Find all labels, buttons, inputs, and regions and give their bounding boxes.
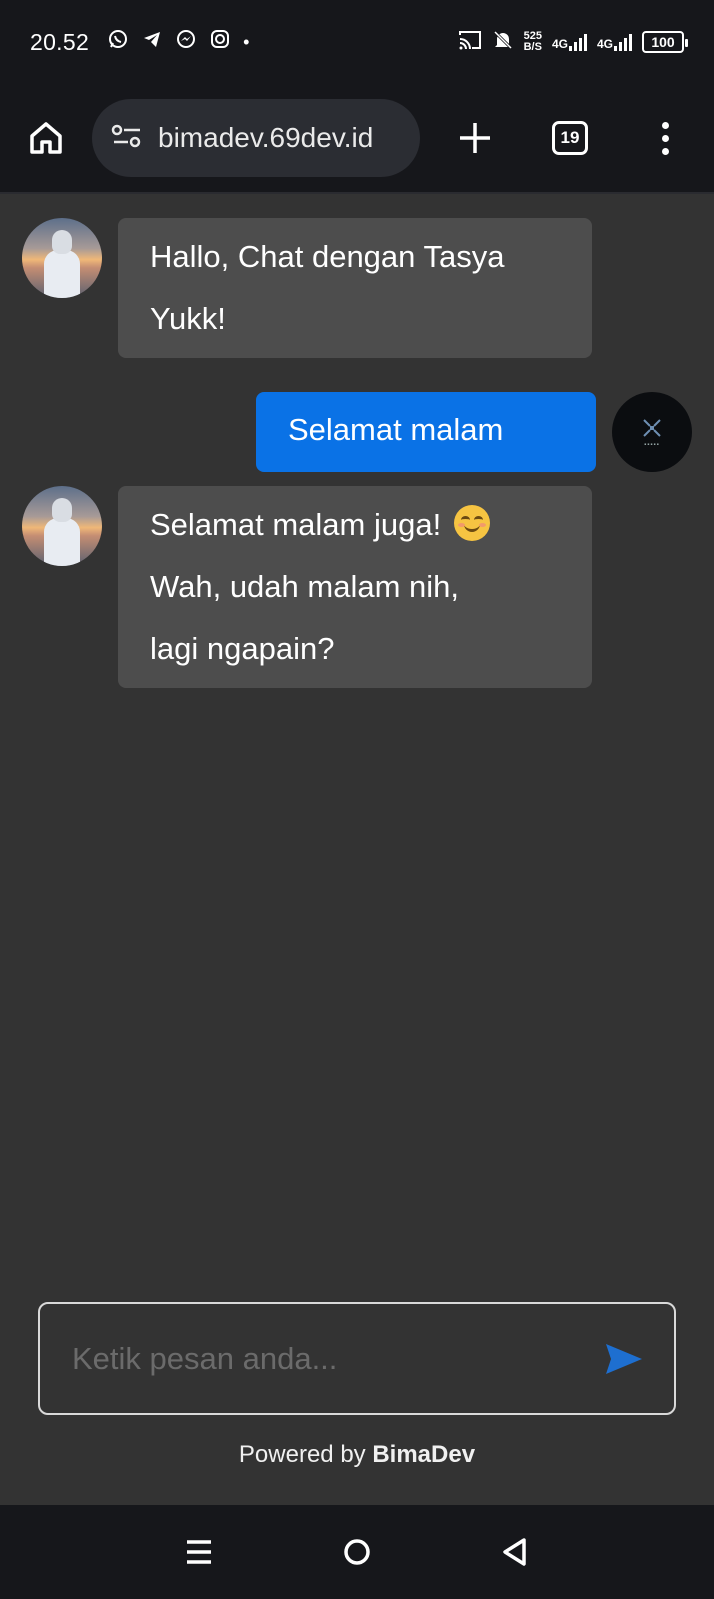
net-speed: 525 B/S [524, 31, 542, 53]
overflow-menu-button[interactable] [620, 121, 710, 155]
powered-brand: BimaDev [372, 1441, 476, 1468]
system-nav-bar [0, 1505, 714, 1599]
signal-icon: 4G [552, 33, 587, 51]
menu-dot-icon [661, 121, 669, 129]
user-message-text: Selamat malam [288, 412, 504, 447]
back-button[interactable] [485, 1522, 545, 1582]
browser-toolbar: bimadev.69dev.id 19 [0, 84, 714, 194]
net-type-label-2: 4G [596, 37, 613, 51]
battery-level: 100 [651, 34, 675, 50]
bot-avatar [22, 486, 102, 566]
status-time: 20.52 [30, 28, 90, 55]
signal-icon-2: 4G [597, 33, 632, 51]
tab-count: 19 [552, 121, 588, 155]
address-bar[interactable]: bimadev.69dev.id [92, 99, 420, 177]
circle-icon [344, 1539, 370, 1565]
bot-message-line: lagi ngapain? [150, 631, 335, 666]
user-avatar: ▪▪▪▪▪ [612, 392, 692, 472]
powered-prefix: Powered by [238, 1441, 366, 1468]
message-composer [38, 1302, 676, 1415]
status-right: 525 B/S 4G 4G 100 [458, 29, 688, 56]
plus-icon [460, 123, 490, 153]
whatsapp-icon [107, 29, 129, 55]
home-nav-button[interactable] [327, 1522, 387, 1582]
powered-by: Powered by BimaDev [0, 1441, 714, 1469]
recent-apps-button[interactable] [169, 1522, 229, 1582]
user-message-bubble: Selamat malam [256, 392, 596, 472]
messenger-icon [175, 29, 197, 55]
net-type-label: 4G [551, 37, 568, 51]
instagram-icon [209, 29, 231, 55]
home-button[interactable] [0, 83, 92, 193]
message-input[interactable] [72, 1340, 574, 1377]
home-icon [30, 122, 62, 154]
bot-message-bubble: Hallo, Chat dengan Tasya Yukk! [118, 218, 592, 358]
bell-off-icon [492, 29, 514, 56]
menu-dot-icon [661, 134, 669, 142]
status-left: 20.52 • [30, 29, 249, 56]
url-text: bimadev.69dev.id [158, 122, 374, 153]
new-tab-button[interactable] [430, 120, 520, 156]
net-speed-unit: B/S [523, 41, 542, 53]
site-settings-icon[interactable] [110, 122, 144, 155]
send-button[interactable] [574, 1304, 674, 1413]
smile-emoji-icon [453, 505, 490, 541]
menu-dot-icon [661, 147, 669, 155]
cast-icon [458, 29, 482, 56]
battery-icon: 100 [642, 31, 688, 53]
chat-messages[interactable]: Hallo, Chat dengan Tasya Yukk! Selamat m… [0, 196, 714, 1276]
back-triangle-icon [503, 1538, 526, 1566]
bot-avatar [22, 218, 102, 298]
logo-icon [643, 418, 661, 437]
telegram-icon [141, 29, 163, 55]
notification-dot-icon: • [243, 31, 250, 52]
send-icon [606, 1343, 642, 1374]
tab-switcher-button[interactable]: 19 [520, 121, 620, 155]
bot-message-line: Selamat malam juga! [150, 494, 564, 556]
bot-message-line: Wah, udah malam nih, [150, 569, 460, 604]
menu-icon [187, 1540, 211, 1564]
bot-message-text: Selamat malam juga! [150, 507, 442, 542]
bot-message-text: Hallo, Chat dengan Tasya Yukk! [150, 239, 505, 336]
bot-message-bubble: Selamat malam juga! Wah, udah malam nih,… [118, 486, 592, 688]
screen: 20.52 • 525 B/S 4G 4G 100 bimadev.69dev.… [0, 0, 714, 1599]
status-bar: 20.52 • 525 B/S 4G 4G 100 [0, 0, 714, 84]
